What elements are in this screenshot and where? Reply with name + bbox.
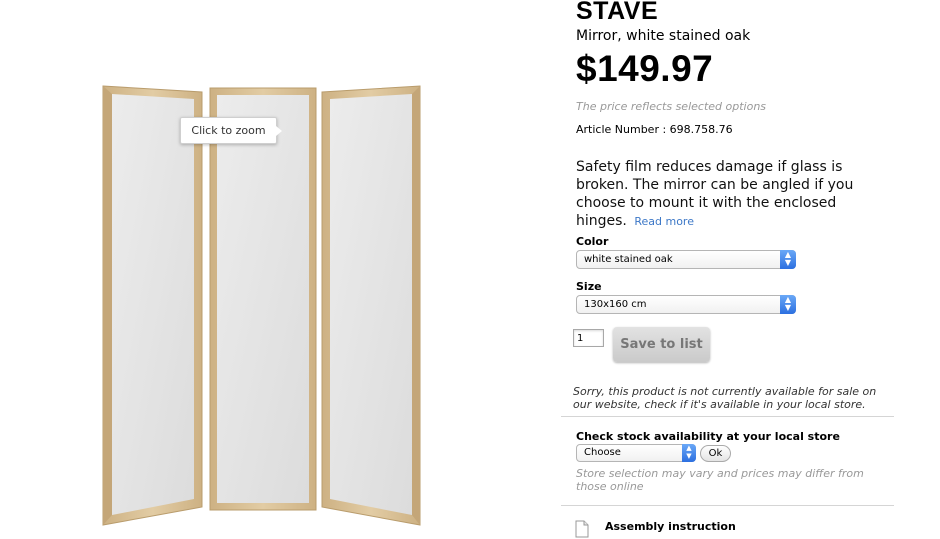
color-select-value: white stained oak xyxy=(584,254,673,265)
mirror-panel-right xyxy=(321,85,421,526)
product-description: Safety film reduces damage if glass is b… xyxy=(576,158,876,231)
product-subtitle: Mirror, white stained oak xyxy=(576,28,751,44)
divider xyxy=(561,505,894,506)
click-to-zoom-tooltip[interactable]: Click to zoom xyxy=(180,117,282,144)
store-select[interactable]: Choose ▲ ▼ xyxy=(576,444,696,462)
stock-check-title: Check stock availability at your local s… xyxy=(576,430,840,443)
size-select[interactable]: 130x160 cm ▲ ▼ xyxy=(576,295,796,314)
price-note: The price reflects selected options xyxy=(576,100,767,113)
save-to-list-button[interactable]: Save to list xyxy=(613,327,710,362)
mirror-illustration xyxy=(102,85,421,526)
document-icon xyxy=(575,520,589,538)
description-text: Safety film reduces damage if glass is b… xyxy=(576,159,854,229)
color-select[interactable]: white stained oak ▲ ▼ xyxy=(576,250,796,269)
mirror-panel-left xyxy=(102,85,203,526)
divider xyxy=(561,416,894,417)
quantity-input[interactable] xyxy=(573,329,604,347)
article-number: Article Number : 698.758.76 xyxy=(576,123,733,136)
select-arrows-icon: ▲ ▼ xyxy=(780,295,796,314)
unavailable-note: Sorry, this product is not currently ava… xyxy=(573,385,877,411)
product-title: STAVE xyxy=(576,0,659,25)
select-arrows-icon: ▲ ▼ xyxy=(780,250,796,269)
product-price: $149.97 xyxy=(576,48,714,89)
size-label: Size xyxy=(576,280,602,293)
size-select-value: 130x160 cm xyxy=(584,299,647,310)
store-select-value: Choose xyxy=(584,447,621,458)
select-arrows-icon: ▲ ▼ xyxy=(682,444,696,462)
mirror-panel-center xyxy=(209,87,317,511)
color-label: Color xyxy=(576,235,609,248)
ok-button[interactable]: Ok xyxy=(700,445,731,462)
assembly-instruction-link[interactable]: Assembly instruction xyxy=(605,520,736,533)
product-image[interactable]: Click to zoom xyxy=(0,0,560,539)
stock-note: Store selection may vary and prices may … xyxy=(576,467,864,493)
read-more-link[interactable]: Read more xyxy=(634,215,694,228)
